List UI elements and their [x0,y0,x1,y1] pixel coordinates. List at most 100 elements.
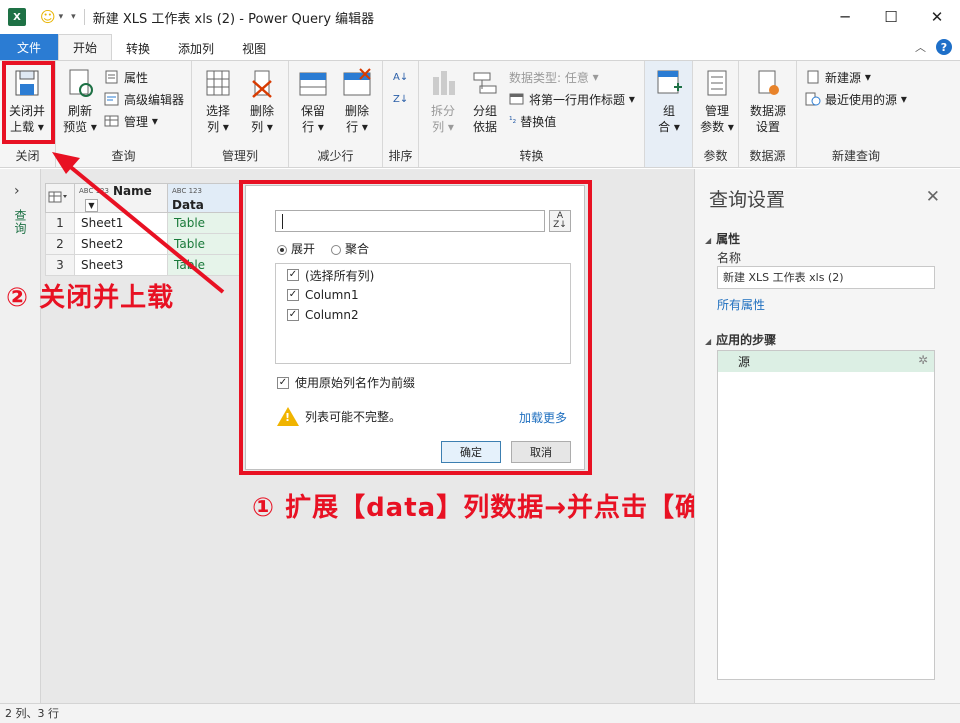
choose-columns-icon [206,70,230,96]
annotation-step-1: ① 扩展【data】列数据→并点击【确定】 [252,493,756,523]
divider [83,9,85,25]
group-parameters: 管理 参数 ▾ 参数 [693,61,739,167]
tab-transform[interactable]: 转换 [112,36,164,60]
new-source-button[interactable]: 新建源 ▾ [805,67,871,87]
header-row-icon [509,93,524,105]
group-label-manage-columns: 管理列 [221,149,258,163]
ribbon: 关闭并 上载 ▾ 关闭 刷新 预览 ▾ 属性 高级编辑器 管理 ▾ 查询 选择 … [0,60,960,168]
split-column-icon [433,71,455,95]
minimize-button[interactable]: ─ [822,0,868,34]
properties-button[interactable]: 属性 [104,67,148,87]
query-settings-pane: 查询设置 ✕ ◢ 属性 名称 新建 XLS 工作表 xls (2) 所有属性 ◢ 应… [694,169,960,703]
queries-pane-collapsed[interactable]: › 查询 [0,169,41,703]
gear-icon[interactable]: ✲ [918,353,928,367]
table-corner-button[interactable] [45,183,75,213]
query-name-input[interactable]: 新建 XLS 工作表 xls (2) [717,266,935,289]
all-properties-link[interactable]: 所有属性 [717,296,765,313]
cell-name[interactable]: Sheet1 [74,212,168,234]
split-column-button[interactable]: 拆分 列 ▾ [425,67,461,135]
expand-arrow-icon[interactable]: › [14,183,20,199]
data-source-settings-icon [758,70,779,95]
data-type-dropdown[interactable]: 数据类型: 任意 ▾ [509,67,599,87]
close-icon[interactable]: ✕ [926,187,940,207]
advanced-editor-button[interactable]: 高级编辑器 [104,89,184,109]
chevron-down-icon[interactable]: ▾ [59,12,64,22]
name-label: 名称 [717,251,742,265]
tab-home[interactable]: 开始 [58,34,113,60]
replace-values-icon: ¹₂ [509,116,517,126]
annotation-highlight-close-load [2,61,55,144]
replace-values-button[interactable]: ¹₂ 替换值 [509,111,556,131]
collapse-ribbon-icon[interactable]: ︿ [915,39,926,55]
new-source-icon [807,70,819,84]
row-number: 2 [45,233,75,255]
step-source[interactable]: 源 ✲ [718,351,934,372]
data-source-settings-button[interactable]: 数据源 设置 [745,67,791,135]
status-bar: 2 列、3 行 [0,703,960,723]
table-row: 1 Sheet1 Table [45,212,242,234]
group-combine: 组 合 ▾ [645,61,693,167]
group-label-data-source: 数据源 [749,149,786,163]
customize-toolbar-icon[interactable]: ▾ [71,12,76,22]
ribbon-tabs: 文件 开始 转换 添加列 视图 ︿ ? [0,34,960,60]
group-manage-columns: 选择 列 ▾ 删除 列 ▾ 管理列 [192,61,289,167]
use-first-row-as-headers-button[interactable]: 将第一行用作标题 ▾ [509,89,635,109]
properties-section[interactable]: ◢ 属性 [705,230,740,247]
cell-name[interactable]: Sheet3 [74,254,168,276]
help-icon[interactable]: ? [936,39,952,55]
table-row: 3 Sheet3 Table [45,254,242,276]
column-header-name[interactable]: ABC 123 Name▼ [74,183,168,213]
group-label-transform: 转换 [519,149,544,163]
annotation-highlight-dialog [239,180,592,475]
column-header-data[interactable]: ABC 123Data [167,183,242,213]
filter-dropdown-icon[interactable]: ▼ [85,199,98,212]
combine-button[interactable]: 组 合 ▾ [651,67,687,135]
group-label-close: 关闭 [15,149,40,163]
tab-add-column[interactable]: 添加列 [164,36,228,60]
refresh-icon [69,69,93,97]
row-number: 3 [45,254,75,276]
remove-rows-icon [343,68,371,96]
recent-sources-button[interactable]: 最近使用的源 ▾ [805,89,907,109]
group-transform: 拆分 列 ▾ 分组 依据 数据类型: 任意 ▾ 将第一行用作标题 ▾ ¹₂ 替换… [419,61,645,167]
cell-data[interactable]: Table [167,233,242,255]
recent-sources-icon [805,92,821,106]
sort-descending-icon[interactable]: Z↓ [393,89,408,109]
keep-rows-button[interactable]: 保留 行 ▾ [295,67,331,135]
close-window-button[interactable]: ✕ [914,0,960,34]
choose-columns-button[interactable]: 选择 列 ▾ [200,67,236,135]
smiley-icon[interactable]: ☺ [40,8,56,26]
cell-data[interactable]: Table [167,254,242,276]
maximize-button[interactable]: ☐ [868,0,914,34]
applied-steps-list: 源 ✲ [717,350,935,680]
remove-rows-button[interactable]: 删除 行 ▾ [339,67,375,135]
table-icon [104,115,119,127]
row-number: 1 [45,212,75,234]
table-row: 2 Sheet2 Table [45,233,242,255]
cell-name[interactable]: Sheet2 [74,233,168,255]
sort-ascending-icon[interactable]: A↓ [393,67,408,87]
group-sort: A↓ Z↓ 排序 [383,61,419,167]
manage-parameters-button[interactable]: 管理 参数 ▾ [697,67,737,135]
remove-columns-button[interactable]: 删除 列 ▾ [244,67,280,135]
parameters-icon [707,70,727,96]
annotation-step-2: ② 关闭并上载 [6,283,175,313]
group-data-source: 数据源 设置 数据源 [739,61,797,167]
refresh-label-1: 刷新 [67,104,92,118]
combine-icon [657,70,682,94]
applied-steps-section[interactable]: ◢ 应用的步骤 [705,331,776,348]
type-any-icon: ABC 123 [172,187,202,195]
group-label-sort: 排序 [388,149,413,163]
group-by-button[interactable]: 分组 依据 [467,67,503,135]
manage-button[interactable]: 管理 ▾ [104,111,158,131]
excel-icon: X [8,8,26,26]
tab-file[interactable]: 文件 [0,34,59,60]
group-label-reduce-rows: 减少行 [317,149,354,163]
cell-data[interactable]: Table [167,212,242,234]
tab-view[interactable]: 视图 [228,36,280,60]
group-label-query: 查询 [111,149,136,163]
group-new-query: 新建源 ▾ 最近使用的源 ▾ 新建查询 [797,61,915,167]
refresh-preview-button[interactable]: 刷新 预览 ▾ [62,67,98,135]
advanced-editor-icon [104,92,119,106]
title-bar: X ☺ ▾ ▾ 新建 XLS 工作表 xls (2) - Power Query… [0,0,960,34]
